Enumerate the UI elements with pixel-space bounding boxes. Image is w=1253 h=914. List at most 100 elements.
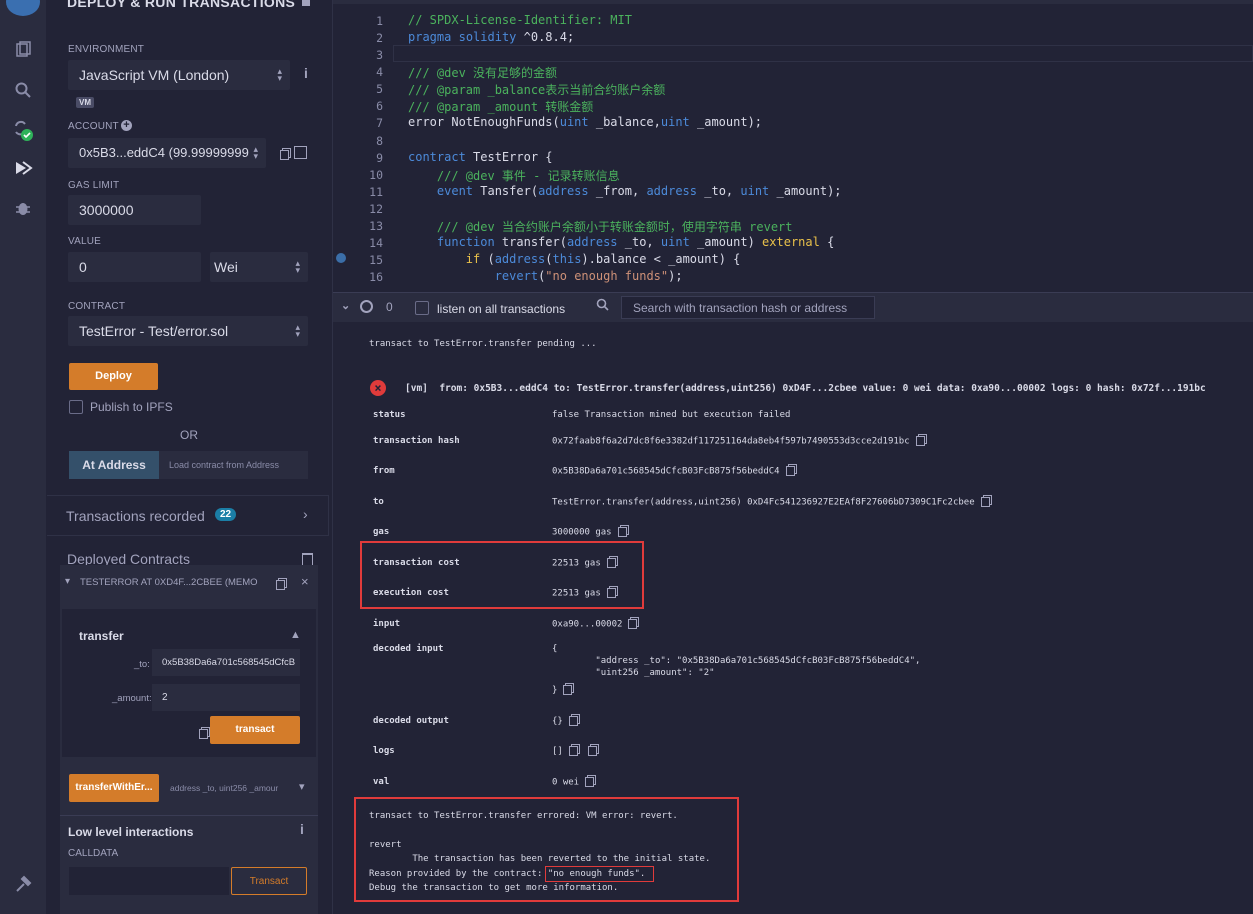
code-line[interactable]: /// @param _amount 转账金额 — [408, 98, 593, 115]
line-number: 14 — [369, 236, 383, 250]
transfer-with-error-button[interactable]: transferWithEr... — [69, 774, 159, 802]
code-line[interactable]: /// @dev 没有足够的金额 — [408, 64, 557, 81]
line-number: 5 — [376, 82, 383, 96]
copy-icon[interactable] — [585, 777, 595, 787]
value-unit-select[interactable]: Wei ▴ ▾ — [210, 252, 308, 282]
plugin-manager-icon[interactable] — [10, 874, 36, 900]
file-explorer-icon[interactable] — [10, 40, 36, 66]
tx-detail-value: TestError.transfer(address,uint256) 0xD4… — [552, 497, 990, 508]
line-number: 6 — [376, 99, 383, 113]
deploy-button[interactable]: Deploy — [69, 363, 158, 390]
copy-icon[interactable] — [785, 466, 795, 476]
debugger-icon[interactable] — [10, 198, 36, 224]
tx-detail-key: from — [373, 466, 395, 476]
line-number: 16 — [369, 270, 383, 284]
param-amount-input[interactable]: 2 — [152, 684, 300, 711]
add-account-icon[interactable]: + — [121, 120, 132, 131]
chevron-down-icon[interactable]: ▾ — [65, 576, 70, 587]
instance-label[interactable]: TESTERROR AT 0XD4F...2CBEE (MEMO — [80, 577, 270, 588]
environment-info-icon[interactable]: i — [304, 65, 308, 81]
clear-terminal-icon[interactable] — [360, 300, 373, 313]
copy-icon[interactable] — [568, 746, 578, 756]
copy-icon[interactable] — [980, 497, 990, 507]
val-value: 0 wei — [552, 777, 595, 788]
code-line[interactable]: revert("no enough funds"); — [408, 269, 683, 283]
transactions-recorded-bar[interactable]: Transactions recorded 22 › — [47, 495, 329, 536]
calldata-transact-button[interactable]: Transact — [231, 867, 307, 895]
copy-instance-icon[interactable] — [270, 576, 285, 594]
search-icon[interactable] — [10, 80, 36, 106]
low-level-info-icon[interactable]: i — [300, 821, 304, 837]
at-address-input[interactable]: Load contract from Address — [159, 451, 308, 479]
environment-value: JavaScript VM (London) — [79, 67, 230, 83]
calldata-input[interactable] — [69, 867, 229, 895]
decoded-input-line: "uint256 _amount": "2" — [552, 668, 715, 678]
code-line[interactable]: /// @dev 事件 - 记录转账信息 — [408, 167, 620, 184]
active-line-highlight — [393, 45, 1253, 62]
solidity-compiler-icon[interactable] — [10, 120, 36, 146]
account-value: 0x5B3...eddC4 (99.99999999 — [79, 145, 249, 160]
listen-checkbox[interactable] — [415, 301, 429, 315]
contract-select[interactable]: TestError - Test/error.sol ▴ ▾ — [68, 316, 308, 346]
collapse-icon[interactable]: ▲ — [290, 629, 301, 641]
logs-value: [] — [552, 746, 597, 757]
copy-icon[interactable] — [587, 746, 597, 756]
decoded-input-close: } — [552, 685, 573, 696]
code-line[interactable]: /// @param _balance表示当前合约账户余额 — [408, 81, 665, 98]
value-input[interactable]: 0 — [68, 252, 201, 282]
select-arrows-icon: ▴ ▾ — [277, 66, 282, 83]
remix-logo-icon[interactable] — [6, 0, 40, 16]
publish-ipfs-checkbox[interactable] — [69, 400, 83, 414]
error-line: revert — [369, 840, 402, 850]
code-line[interactable]: function transfer(address _to, uint _amo… — [408, 235, 834, 249]
error-line: The transaction has been reverted to the… — [369, 854, 711, 864]
code-line[interactable]: /// @dev 当合约账户余额小于转账金额时，使用字符串 revert — [408, 218, 793, 235]
listen-label: listen on all transactions — [437, 302, 566, 316]
deploy-run-icon[interactable] — [10, 158, 36, 184]
line-number: 8 — [376, 134, 383, 148]
breakpoint-marker[interactable] — [336, 253, 346, 263]
error-line: Debug the transaction to get more inform… — [369, 883, 619, 893]
gas-limit-input[interactable]: 3000000 — [68, 195, 201, 225]
param-to-input[interactable]: 0x5B38Da6a701c568545dCfcB — [152, 649, 300, 676]
copy-icon[interactable] — [628, 619, 638, 629]
code-line[interactable]: event Tansfer(address _from, address _to… — [408, 184, 842, 198]
editor-tabs-strip — [333, 0, 1253, 4]
terminal-search-input[interactable]: Search with transaction hash or address — [621, 296, 875, 319]
copy-icon[interactable] — [563, 685, 573, 695]
copy-calldata-icon[interactable] — [193, 725, 208, 743]
transact-button[interactable]: transact — [210, 716, 300, 744]
line-number: 1 — [376, 14, 383, 28]
line-number: 9 — [376, 151, 383, 165]
account-select[interactable]: 0x5B3...eddC4 (99.99999999 ▴ ▾ — [68, 138, 266, 168]
panel-docs-icon[interactable] — [302, 0, 310, 6]
collapse-terminal-icon[interactable]: ⌄ — [341, 299, 350, 312]
code-editor[interactable]: 1 // SPDX-License-Identifier: MIT 2 pragma … — [333, 0, 1253, 292]
edit-account-icon[interactable] — [294, 146, 307, 159]
terminal-output: transact to TestError.transfer pending .… — [333, 322, 1253, 914]
val-key: val — [373, 777, 390, 787]
code-line[interactable]: error NotEnoughFunds(uint _balance,uint … — [408, 115, 762, 129]
copy-account-icon[interactable] — [274, 146, 289, 164]
tx-error-icon: × — [370, 380, 386, 396]
expand-icon[interactable]: ▾ — [299, 780, 305, 793]
terminal-search-icon — [596, 298, 609, 316]
code-line[interactable]: // SPDX-License-Identifier: MIT — [408, 13, 632, 27]
line-number: 12 — [369, 202, 383, 216]
chevron-right-icon: › — [303, 506, 308, 522]
line-number: 3 — [376, 48, 383, 62]
code-line[interactable]: pragma solidity ^0.8.4; — [408, 30, 574, 44]
close-instance-icon[interactable]: × — [301, 574, 309, 589]
tx-summary[interactable]: [vm] from: 0x5B3...eddC4 to: TestError.t… — [405, 383, 1206, 394]
at-address-button[interactable]: At Address — [69, 451, 159, 479]
code-line[interactable]: contract TestError { — [408, 150, 553, 164]
environment-select[interactable]: JavaScript VM (London) ▴ ▾ — [68, 60, 290, 90]
copy-icon[interactable] — [568, 716, 578, 726]
select-arrows-icon: ▴ ▾ — [295, 258, 300, 275]
copy-icon[interactable] — [617, 527, 627, 537]
tx-detail-key: gas — [373, 527, 390, 537]
tx-detail-key: status — [373, 410, 406, 420]
copy-icon[interactable] — [915, 436, 925, 446]
transfer-with-error-params[interactable]: address _to, uint256 _amour — [159, 774, 295, 802]
code-line[interactable]: if (address(this).balance < _amount) { — [408, 252, 741, 266]
